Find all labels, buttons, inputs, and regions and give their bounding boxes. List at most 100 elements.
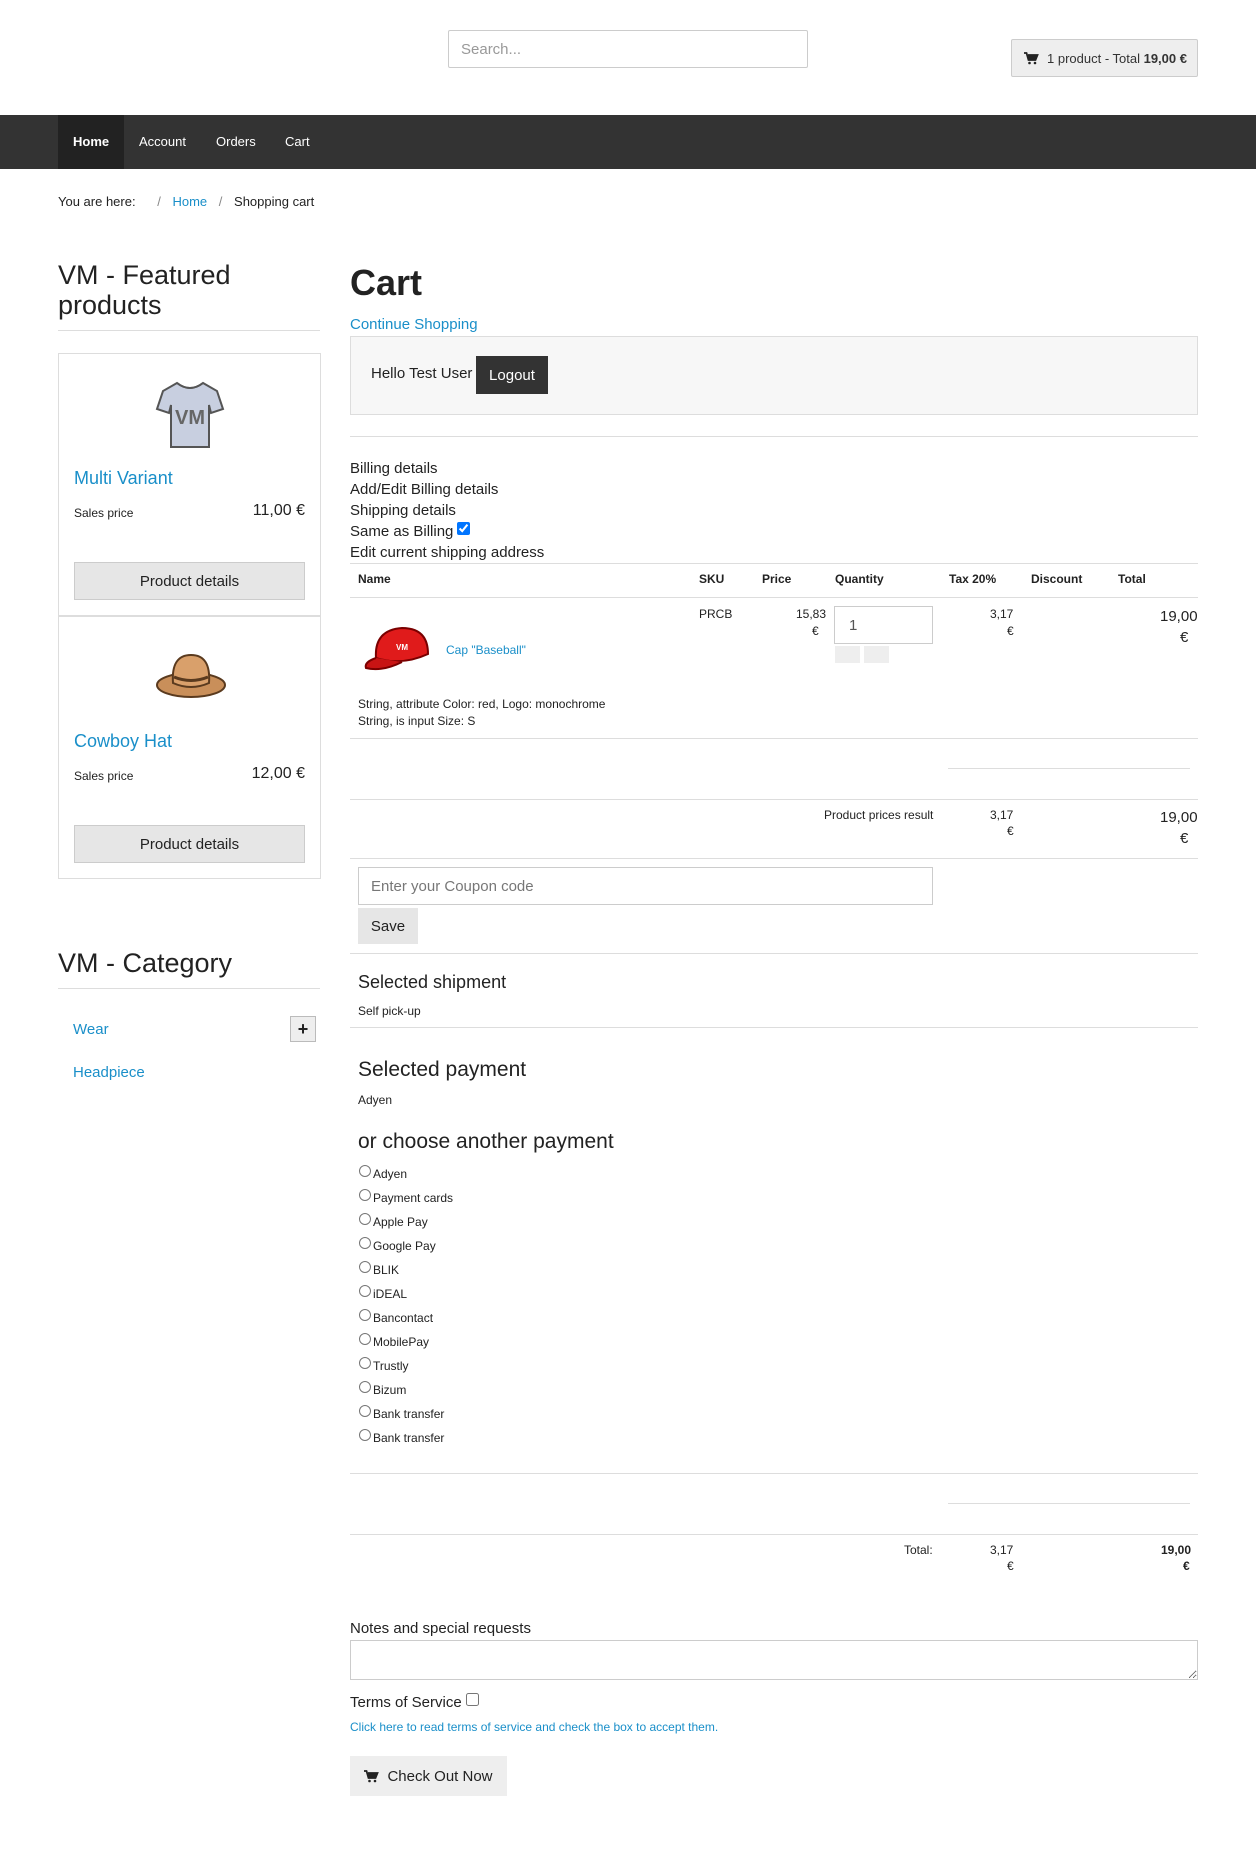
edit-billing-link[interactable]: Add/Edit Billing details (350, 481, 498, 498)
tos-label: Terms of Service (350, 1694, 462, 1711)
payment-option-bizum[interactable]: Bizum (358, 1381, 407, 1397)
payment-label: Trustly (373, 1359, 409, 1373)
payment-label: Bizum (373, 1383, 407, 1397)
featured-title: VM - Featured products (58, 260, 320, 331)
item-tax: 3,17 (990, 607, 1014, 621)
product-prices-result-label: Product prices result (824, 808, 934, 822)
hello-text: Hello Test User (371, 365, 473, 382)
payment-option-trustly[interactable]: Trustly (358, 1357, 409, 1373)
payment-option-ideal[interactable]: iDEAL (358, 1285, 407, 1301)
payment-radio[interactable] (359, 1237, 371, 1249)
product-card-multi-variant: VM Multi Variant Sales price 11,00 € Pro… (58, 353, 321, 616)
tos-checkbox[interactable] (465, 1693, 479, 1706)
product-name[interactable]: Cowboy Hat (74, 731, 172, 752)
category-title: VM - Category (58, 948, 320, 989)
item-attribute-size: String, is input Size: S (358, 714, 476, 728)
nav-account[interactable]: Account (124, 115, 201, 169)
baseball-cap-image: VM (364, 626, 430, 671)
nav-cart[interactable]: Cart (270, 115, 325, 169)
payment-label: Apple Pay (373, 1215, 428, 1229)
shipping-details-label: Shipping details (350, 502, 456, 519)
total-tax: 3,17 (990, 1543, 1014, 1557)
edit-shipping-link[interactable]: Edit current shipping address (350, 544, 544, 561)
product-details-button[interactable]: Product details (74, 825, 305, 863)
divider (350, 738, 1198, 739)
payment-option-adyen[interactable]: Adyen (358, 1165, 407, 1181)
col-name: Name (358, 572, 391, 586)
search-input[interactable] (448, 30, 808, 68)
payment-option-cards[interactable]: Payment cards (358, 1189, 453, 1205)
payment-radio[interactable] (359, 1405, 371, 1417)
continue-shopping-link[interactable]: Continue Shopping (350, 316, 478, 333)
payment-label: BLIK (373, 1263, 400, 1277)
payment-radio[interactable] (359, 1309, 371, 1321)
product-name[interactable]: Multi Variant (74, 468, 173, 489)
logout-button[interactable]: Logout (476, 356, 548, 394)
payment-label: Google Pay (373, 1239, 436, 1253)
col-quantity: Quantity (835, 572, 884, 586)
payment-radio[interactable] (359, 1429, 371, 1441)
tos-link[interactable]: Click here to read terms of service and … (350, 1720, 718, 1734)
total-currency: € (1183, 1559, 1190, 1573)
quantity-input[interactable] (834, 606, 933, 644)
expand-plus-icon[interactable]: + (290, 1016, 316, 1042)
divider (350, 1534, 1198, 1535)
delete-item-button[interactable] (864, 646, 889, 663)
price-label: Sales price (74, 506, 134, 520)
payment-label: Bank transfer (373, 1431, 445, 1445)
price-label: Sales price (74, 769, 134, 783)
payment-option-bank-transfer-2[interactable]: Bank transfer (358, 1429, 445, 1445)
product-price: 11,00 € (252, 502, 305, 519)
selected-payment-value: Adyen (358, 1093, 393, 1107)
same-as-billing-label: Same as Billing (350, 523, 454, 540)
payment-option-google-pay[interactable]: Google Pay (358, 1237, 436, 1253)
billing-details-label: Billing details (350, 460, 438, 477)
nav-home[interactable]: Home (58, 115, 125, 169)
payment-label: MobilePay (373, 1335, 430, 1349)
breadcrumb-label: You are here: (58, 194, 136, 209)
product-prices-result-tax: 3,17 (990, 808, 1014, 822)
col-total: Total (1118, 572, 1146, 586)
payment-option-blik[interactable]: BLIK (358, 1261, 400, 1277)
payment-radio[interactable] (359, 1213, 371, 1225)
payment-radio[interactable] (359, 1381, 371, 1393)
same-as-billing-row: Same as Billing (350, 522, 471, 540)
payment-radio[interactable] (359, 1189, 371, 1201)
item-sku: PRCB (699, 607, 733, 621)
site-header: 1 product - Total 19,00 € (0, 0, 1256, 115)
payment-option-apple-pay[interactable]: Apple Pay (358, 1213, 428, 1229)
nav-orders[interactable]: Orders (201, 115, 271, 169)
payment-option-bancontact[interactable]: Bancontact (358, 1309, 433, 1325)
notes-textarea[interactable] (350, 1640, 1198, 1680)
category-wear[interactable]: Wear (73, 1021, 109, 1038)
item-total: 19,00 (1160, 608, 1198, 625)
product-card-cowboy-hat: Cowboy Hat Sales price 12,00 € Product d… (58, 616, 321, 879)
coupon-input[interactable] (358, 867, 933, 905)
cart-title: Cart (350, 262, 423, 303)
payment-radio[interactable] (359, 1357, 371, 1369)
update-quantity-button[interactable] (835, 646, 860, 663)
payment-radio[interactable] (359, 1165, 371, 1177)
minicart-button[interactable]: 1 product - Total 19,00 € (1011, 39, 1198, 77)
tshirt-image: VM (155, 381, 225, 448)
minicart-text: 1 product - Total (1047, 50, 1144, 66)
checkout-button[interactable]: Check Out Now (350, 1756, 507, 1796)
breadcrumb-home[interactable]: Home (172, 194, 207, 209)
item-name-link[interactable]: Cap "Baseball" (446, 643, 526, 657)
save-coupon-button[interactable]: Save (358, 908, 418, 944)
payment-radio[interactable] (359, 1333, 371, 1345)
payment-option-bank-transfer[interactable]: Bank transfer (358, 1405, 444, 1421)
category-headpiece[interactable]: Headpiece (73, 1064, 145, 1081)
minicart-total: 19,00 € (1143, 50, 1187, 66)
item-tax-currency: € (1007, 624, 1014, 638)
divider (350, 858, 1198, 859)
payment-radio[interactable] (359, 1261, 371, 1273)
col-sku: SKU (699, 572, 725, 586)
cart-icon (1024, 51, 1039, 64)
col-tax: Tax 20% (949, 572, 997, 586)
payment-radio[interactable] (359, 1285, 371, 1297)
payment-option-mobilepay[interactable]: MobilePay (358, 1333, 430, 1349)
divider (350, 1473, 1198, 1474)
product-details-button[interactable]: Product details (74, 562, 305, 600)
same-as-billing-checkbox[interactable] (457, 522, 471, 535)
